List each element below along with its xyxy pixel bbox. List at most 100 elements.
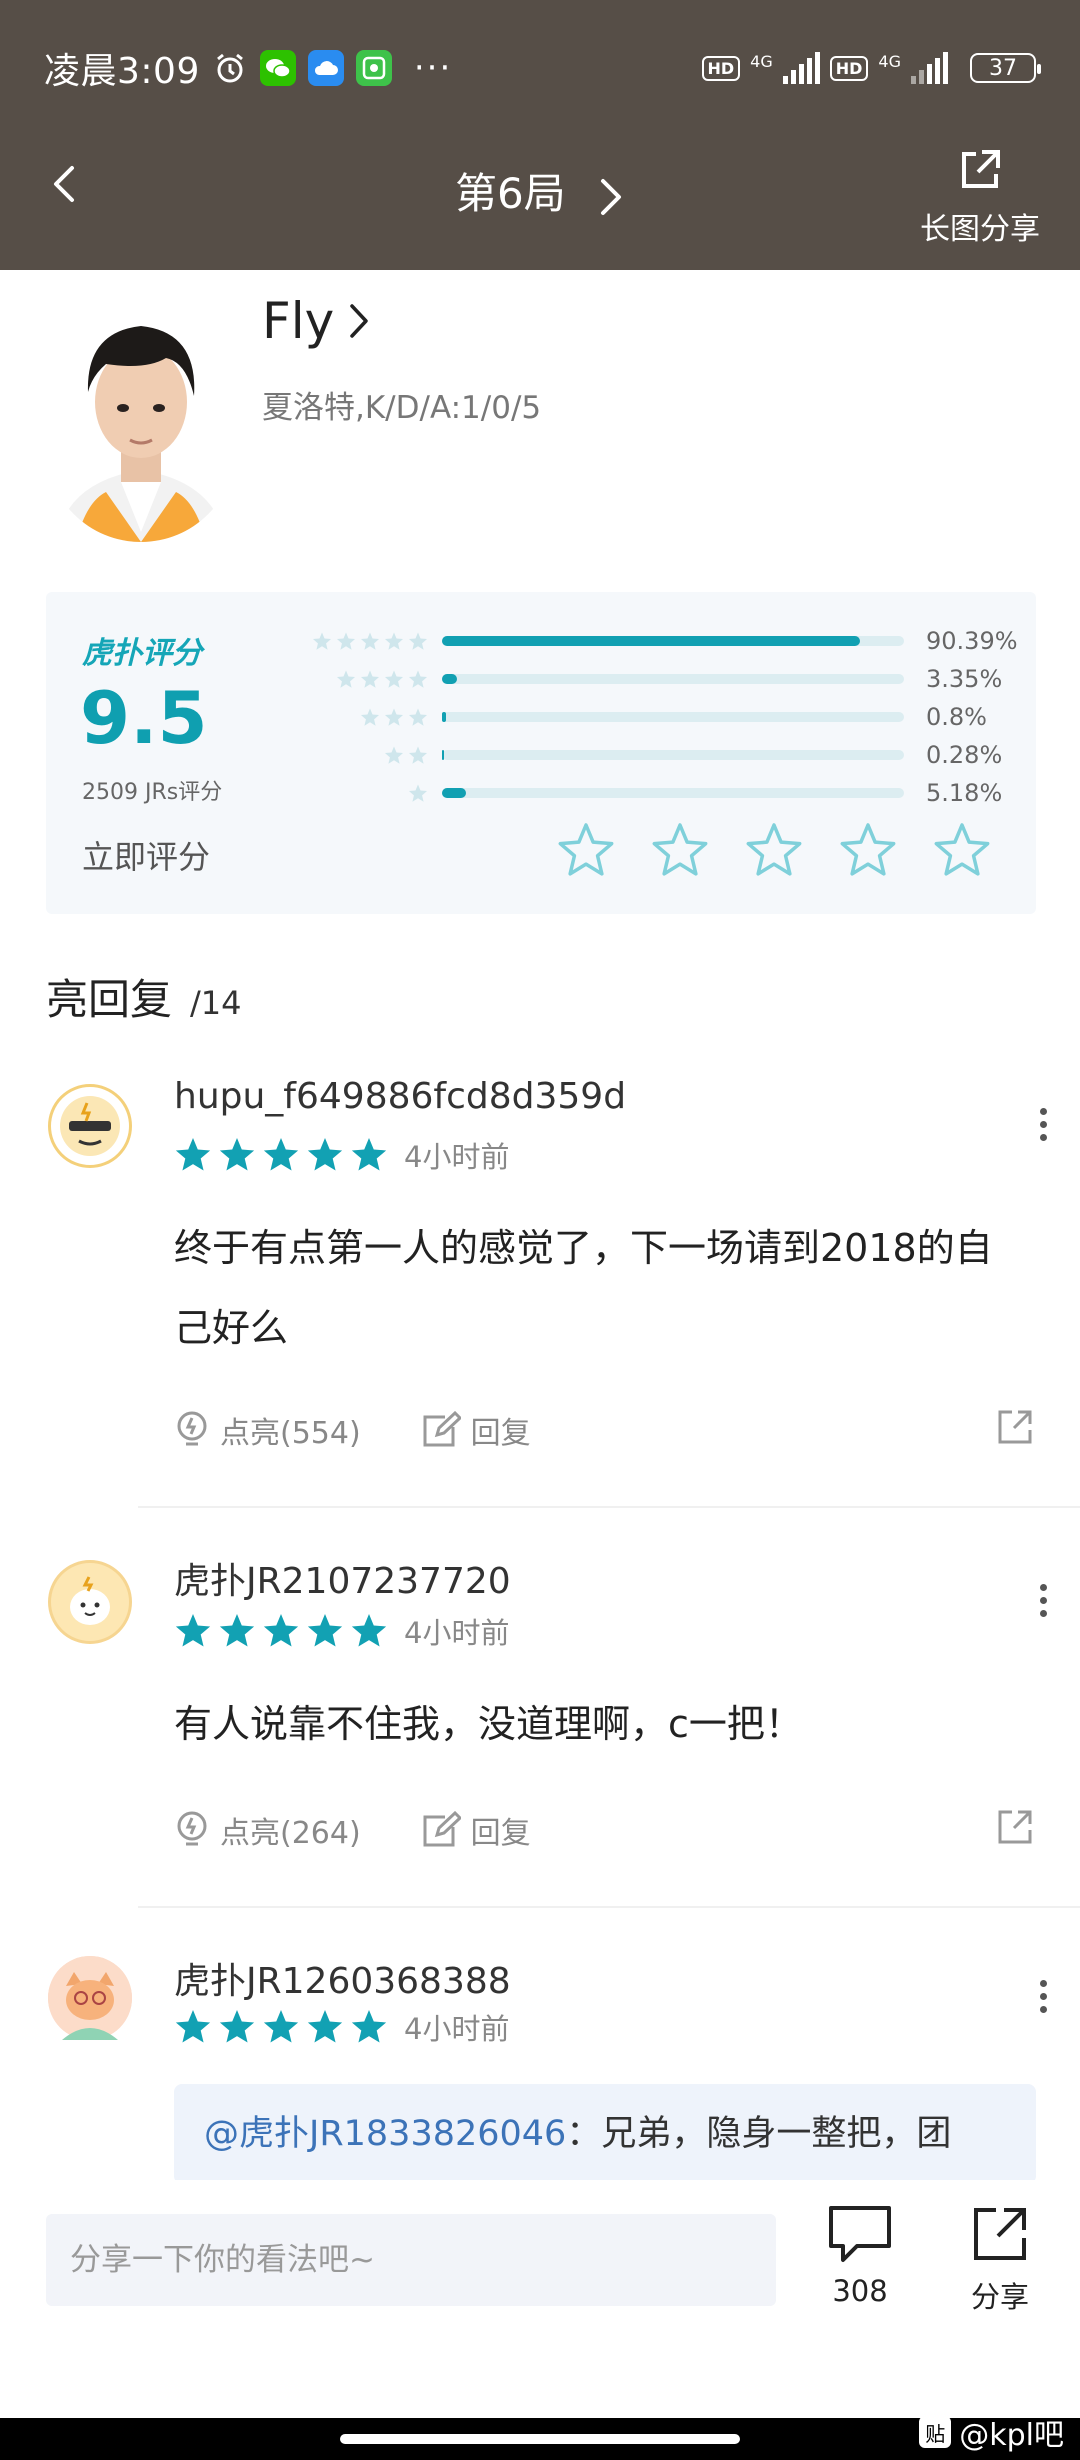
comment-username[interactable]: 虎扑JR2107237720 [174,1552,511,1604]
avatar[interactable] [48,1084,132,1168]
avatar[interactable] [48,1956,132,2040]
more-notifications-icon: ··· [413,48,453,88]
hd-badge-2: HD [829,55,869,81]
star-icon [360,632,380,650]
player-stats: 夏洛特,K/D/A:1/0/5 [262,390,542,426]
bar-track [442,712,904,722]
comment-input[interactable]: 分享一下你的看法吧~ [46,2214,776,2306]
rate-star-icon[interactable] [556,820,616,880]
rate-star-icon[interactable] [932,820,992,880]
bar-percent: 90.39% [926,627,1018,655]
reply-label: 回复 [470,1816,531,1851]
edit-reply-icon [423,1411,461,1447]
more-options-icon[interactable] [1036,1102,1050,1147]
share-out-icon [974,2208,1026,2260]
long-image-share-button[interactable]: 长图分享 [914,146,1046,248]
home-indicator-bar [0,2418,1080,2460]
network-type-2: 4G [878,51,901,71]
star-icon [384,670,404,688]
comment-actions: 点亮(554) 回复 [174,1408,591,1452]
light-up-button[interactable]: 点亮(264) [174,1808,361,1852]
rate-star-icon[interactable] [650,820,710,880]
comment-item: 虎扑JR1260368388 4小时前 @虎扑JR1833826046：兄弟，隐… [0,1952,1080,2182]
comment-username[interactable]: hupu_f649886fcd8d359d [174,1076,626,1117]
watermark-text: @kpl吧 [959,2418,1064,2453]
comment-time: 4小时前 [404,1616,510,1650]
reply-button[interactable]: 回复 [421,1408,531,1452]
comment-meta: 4小时前 [174,1134,509,1176]
long-image-share-label: 长图分享 [920,212,1040,247]
comment-username[interactable]: 虎扑JR1260368388 [174,1952,511,2004]
light-up-count: 点亮(554) [220,1416,361,1451]
star-filled-icon [219,2010,255,2043]
bar-star-icons [298,745,428,765]
star-icon [408,746,428,764]
wechat-icon [259,50,296,86]
bar-star-icons [298,631,428,651]
rating-bar-row: 0.28% [298,736,1018,774]
star-filled-icon [351,1138,387,1171]
comment-share-button[interactable] [996,1808,1034,1850]
star-filled-icon [351,2010,387,2043]
star-icon [384,708,404,726]
rating-bar-row: 5.18% [298,774,1018,812]
app-icon [355,50,392,86]
game-title-text: 第6局 [454,169,566,218]
star-icon [336,670,356,688]
comment-meta: 4小时前 [174,1610,509,1652]
bar-fill [442,750,444,760]
star-filled-icon [307,2010,343,2043]
star-icon [408,670,428,688]
reply-button[interactable]: 回复 [421,1808,531,1852]
rate-stars-input[interactable] [556,820,992,880]
share-button[interactable]: 分享 [950,2204,1050,2316]
star-filled-icon [175,1614,211,1647]
bottom-action-bar: 分享一下你的看法吧~ 308 分享 [0,2180,1080,2380]
bar-fill [442,636,860,646]
share-out-icon [998,1410,1032,1444]
comment-divider [138,1906,1080,1908]
comment-count: 308 [832,2274,888,2308]
star-filled-icon [219,1614,255,1647]
comment-time: 4小时前 [404,1140,510,1174]
star-icon [360,708,380,726]
star-icon [312,632,332,650]
star-filled-icon [263,1614,299,1647]
player-name: Fly [262,292,335,350]
watermark: 贴 @kpl吧 [919,2410,1064,2454]
player-name-link[interactable]: Fly [262,292,370,350]
star-filled-icon [263,1138,299,1171]
quoted-reply[interactable]: @虎扑JR1833826046：兄弟，隐身一整把，团 [174,2084,1036,2182]
rate-star-icon[interactable] [744,820,804,880]
rate-now-label: 立即评分 [82,838,211,876]
comment-rating-stars [174,1612,388,1650]
comment-rating-stars [174,2008,388,2046]
light-up-button[interactable]: 点亮(554) [174,1408,361,1452]
avatar[interactable] [48,1560,132,1644]
lightbulb-icon [177,1811,207,1846]
star-filled-icon [263,2010,299,2043]
comment-share-button[interactable] [996,1408,1034,1450]
home-indicator[interactable] [340,2434,740,2444]
alarm-icon [212,50,248,86]
section-title: 亮回复 [46,975,173,1024]
star-icon [384,632,404,650]
star-icon [408,708,428,726]
comments-button[interactable]: 308 [810,2204,910,2308]
highlight-replies-header: 亮回复/14 [46,966,242,1027]
battery-level: 37 [989,55,1017,81]
player-avatar [46,292,236,542]
next-game-chevron-icon[interactable] [595,177,625,217]
comment-item: hupu_f649886fcd8d359d 4小时前 终于有点第一人的感觉了，下… [0,1072,1080,1512]
more-options-icon[interactable] [1036,1578,1050,1623]
comment-text: 终于有点第一人的感觉了，下一场请到2018的自己好么 [174,1226,993,1350]
rate-star-icon[interactable] [838,820,898,880]
battery-icon: 37 [970,53,1041,83]
comment-rating-stars [174,1136,388,1174]
bar-fill [442,712,446,722]
quoted-user-mention[interactable]: @虎扑JR1833826046 [204,2114,566,2154]
bar-fill [442,788,466,798]
more-options-icon[interactable] [1036,1974,1050,2019]
cloud-icon [307,50,344,86]
star-icon [408,632,428,650]
